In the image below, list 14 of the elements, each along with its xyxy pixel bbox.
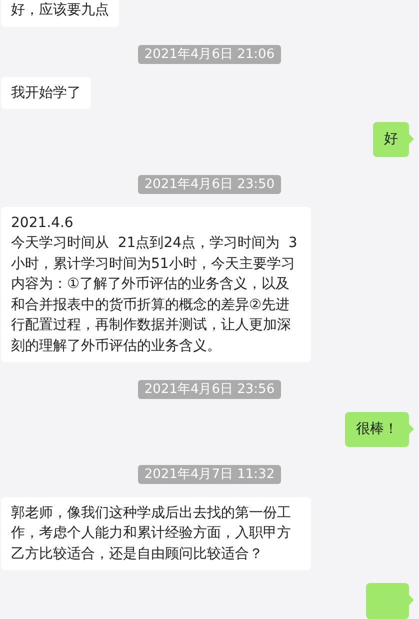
received-message: 2021.4.6 今天学习时间从 21点到24点，学习时间为 3小时，累计学习时间为51小时，今天主要学习内容为：①了解了外币评估的业务含义，以及和合并报表中的货币折算的概念的差异②先进行配置过程，再制作数据并测试，让人更加深刻的理解了外币评估的业务含义。 bbox=[1, 206, 311, 362]
received-message: 我开始学了 bbox=[1, 76, 91, 109]
timestamp: 2021年4月6日 21:06 bbox=[138, 44, 281, 64]
timestamp: 2021年4月6日 23:56 bbox=[138, 380, 281, 399]
sent-message bbox=[366, 583, 409, 619]
timestamp: 2021年4月7日 11:32 bbox=[138, 464, 281, 484]
sent-message: 好 bbox=[373, 122, 409, 156]
sent-message: 很棒！ bbox=[345, 412, 409, 446]
received-message: 好，应该要九点 bbox=[1, 0, 119, 26]
bubble-tail bbox=[409, 595, 414, 605]
bubble-tail bbox=[409, 134, 414, 144]
timestamp: 2021年4月6日 23:50 bbox=[138, 174, 281, 194]
bubble-tail bbox=[409, 424, 414, 434]
received-message: 郭老师，像我们这种学成后出去找的第一份工作，考虑个人能力和累计经验方面，入职甲方乙方比较适合，还是自由顾问比较适合？ bbox=[1, 496, 311, 570]
